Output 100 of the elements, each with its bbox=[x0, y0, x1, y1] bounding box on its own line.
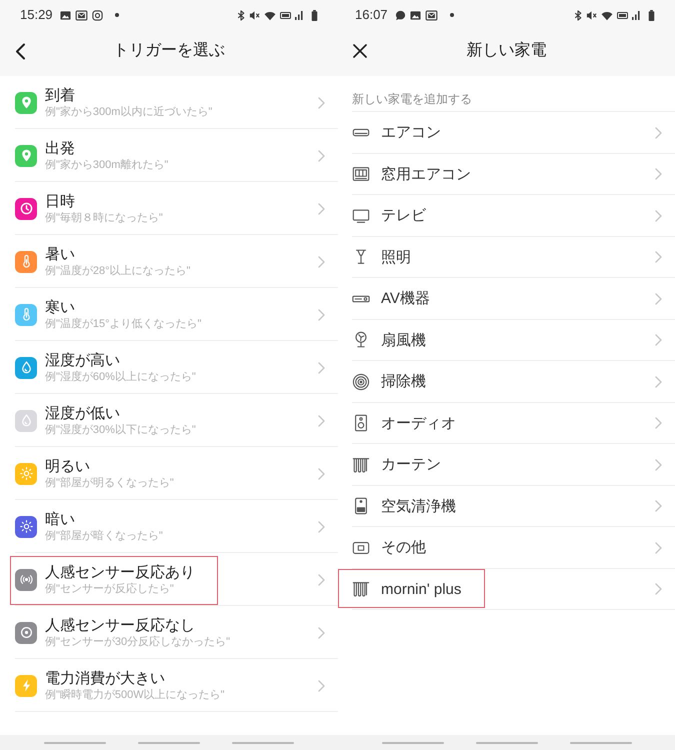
trigger-title: 湿度が低い bbox=[45, 404, 121, 423]
appliance-name: テレビ bbox=[381, 206, 427, 226]
trigger-title: 人感センサー反応なし bbox=[45, 616, 196, 635]
trigger-title: 暗い bbox=[45, 510, 76, 529]
camera-icon bbox=[92, 10, 103, 20]
chevron-right-icon bbox=[318, 468, 325, 480]
image-icon bbox=[410, 10, 421, 20]
appliance-item[interactable]: mornin' plus bbox=[338, 568, 675, 610]
mute-icon bbox=[249, 10, 260, 20]
appliance-name: エアコン bbox=[381, 123, 442, 142]
trigger-example: 例"温度が15°より低くなったら" bbox=[45, 317, 202, 331]
trigger-example: 例"部屋が明るくなったら" bbox=[45, 476, 175, 490]
wifi-icon bbox=[264, 10, 276, 20]
screen-title: トリガーを選ぶ bbox=[112, 41, 226, 61]
trigger-title: 明るい bbox=[45, 457, 91, 476]
appliance-name: オーディオ bbox=[381, 414, 457, 433]
wifi-icon bbox=[601, 10, 613, 20]
trigger-title: 出発 bbox=[45, 139, 76, 158]
trigger-title: 到着 bbox=[45, 86, 76, 105]
network-type-icon bbox=[617, 12, 628, 18]
chevron-right-icon bbox=[318, 626, 325, 638]
nav-line-icon[interactable] bbox=[570, 742, 632, 744]
battery-icon bbox=[648, 10, 655, 20]
appliance-name: カーテン bbox=[381, 455, 442, 474]
trigger-example: 例"湿度が30%以下になったら" bbox=[45, 423, 197, 437]
trigger-title: 電力消費が大きい bbox=[45, 669, 166, 688]
mail-icon bbox=[74, 10, 88, 20]
trigger-example: 例"部屋が暗くなったら" bbox=[45, 529, 164, 543]
chevron-right-icon bbox=[655, 334, 662, 346]
appliance-name: 窓用エアコン bbox=[381, 164, 472, 184]
appliance-name: mornin' plus bbox=[381, 580, 462, 599]
chevron-right-icon bbox=[318, 680, 325, 692]
speaker-icon bbox=[352, 414, 370, 432]
bluetooth-icon bbox=[574, 10, 582, 20]
trigger-example: 例"温度が28°以上になったら" bbox=[45, 264, 192, 278]
status-time: 15:29 bbox=[20, 7, 53, 23]
notification-dot-icon bbox=[114, 13, 119, 17]
screen-title: 新しい家電 bbox=[466, 41, 548, 61]
window-unit-icon bbox=[352, 165, 370, 184]
chevron-right-icon bbox=[318, 574, 325, 586]
chevron-right-icon bbox=[655, 168, 662, 180]
chevron-right-icon bbox=[318, 150, 325, 162]
chevron-right-icon bbox=[655, 292, 662, 305]
curtain-icon bbox=[352, 580, 370, 598]
chevron-right-icon bbox=[318, 96, 325, 108]
trigger-title: 日時 bbox=[45, 192, 76, 211]
bluetooth-icon bbox=[237, 10, 245, 20]
notification-dot-icon bbox=[450, 13, 454, 17]
robot-vacuum-icon bbox=[352, 372, 370, 391]
mute-icon bbox=[586, 10, 597, 20]
chevron-right-icon bbox=[318, 202, 325, 214]
trigger-example: 例"瞬時電力が500W以上になったら" bbox=[45, 688, 226, 702]
trigger-example: 例"湿度が60%以上になったら" bbox=[45, 370, 197, 384]
chevron-right-icon bbox=[318, 362, 325, 374]
trigger-title: 寒い bbox=[45, 298, 76, 317]
chevron-right-icon bbox=[318, 520, 325, 532]
chevron-right-icon bbox=[318, 256, 325, 268]
mail-icon bbox=[424, 10, 438, 20]
chevron-right-icon bbox=[655, 458, 662, 471]
nav-line-icon[interactable] bbox=[44, 742, 106, 744]
close-icon[interactable] bbox=[353, 44, 367, 58]
trigger-example: 例"毎朝８時になったら" bbox=[45, 211, 164, 225]
nav-line-icon[interactable] bbox=[138, 742, 200, 744]
trigger-example: 例"センサーが反応したら" bbox=[45, 582, 175, 596]
trigger-title: 人感センサー反応あり bbox=[45, 563, 196, 582]
nav-line-icon[interactable] bbox=[476, 742, 538, 744]
status-time: 16:07 bbox=[355, 7, 388, 23]
appliance-name: その他 bbox=[381, 538, 427, 558]
chevron-right-icon bbox=[655, 417, 662, 430]
nav-line-icon[interactable] bbox=[232, 742, 294, 744]
air-purifier-icon bbox=[352, 497, 370, 516]
chat-bubble-icon bbox=[394, 10, 406, 20]
appliance-name: 照明 bbox=[381, 248, 412, 267]
chevron-right-icon bbox=[655, 376, 662, 388]
trigger-example: 例"家から300m離れたら" bbox=[45, 158, 170, 172]
appliance-name: 空気清浄機 bbox=[381, 496, 457, 516]
signal-icon bbox=[295, 10, 303, 20]
chevron-right-icon bbox=[655, 500, 662, 512]
chevron-right-icon bbox=[655, 126, 662, 139]
trigger-title: 湿度が高い bbox=[45, 351, 121, 370]
trigger-title: 暑い bbox=[45, 245, 76, 264]
chevron-right-icon bbox=[655, 583, 662, 596]
chevron-right-icon bbox=[318, 414, 325, 426]
nav-line-icon[interactable] bbox=[382, 742, 444, 744]
chevron-right-icon bbox=[655, 251, 662, 264]
battery-icon bbox=[311, 10, 318, 20]
back-icon[interactable] bbox=[15, 42, 26, 60]
curtain-icon bbox=[352, 456, 370, 474]
chevron-right-icon bbox=[318, 308, 325, 320]
chevron-right-icon bbox=[655, 542, 662, 554]
signal-icon bbox=[632, 10, 640, 20]
trigger-example: 例"家から300m以内に近づいたら" bbox=[45, 105, 214, 119]
image-icon bbox=[60, 10, 71, 20]
appliance-name: 掃除機 bbox=[381, 372, 427, 392]
network-type-icon bbox=[280, 12, 291, 18]
appliance-name: 扇風機 bbox=[381, 330, 427, 350]
chevron-right-icon bbox=[655, 210, 662, 222]
tv-icon bbox=[352, 206, 370, 225]
appliance-name: AV機器 bbox=[381, 289, 431, 308]
trigger-example: 例"センサーが30分反応しなかったら" bbox=[45, 635, 232, 649]
